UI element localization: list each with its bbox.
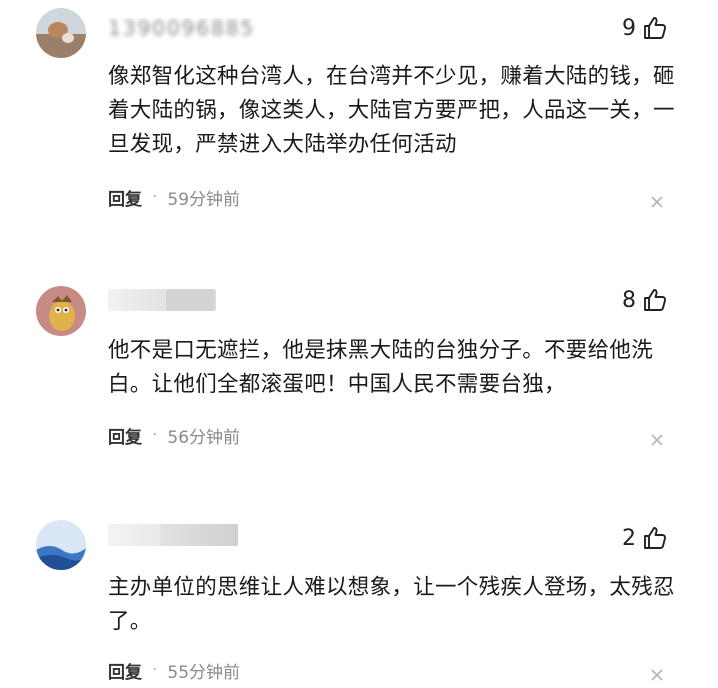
comment-meta: 回复 · 55分钟前	[108, 658, 241, 683]
username-blur	[160, 524, 238, 546]
comment-text: 主办单位的思维让人难以想象，让一个残疾人登场，太残忍了。	[108, 575, 675, 634]
avatar[interactable]	[36, 520, 86, 570]
comment-item: 2 主办单位的思维让人难以想象，让一个残疾人登场，太残忍了。 回复 · 55分钟…	[0, 0, 718, 688]
separator: ·	[152, 660, 158, 680]
thumb-up-icon	[644, 527, 667, 549]
timestamp: 55分钟前	[167, 662, 241, 683]
like-count: 2	[622, 525, 636, 551]
close-icon[interactable]	[650, 668, 664, 682]
reply-button[interactable]: 回复	[108, 658, 142, 683]
like-button[interactable]: 2	[622, 524, 668, 552]
